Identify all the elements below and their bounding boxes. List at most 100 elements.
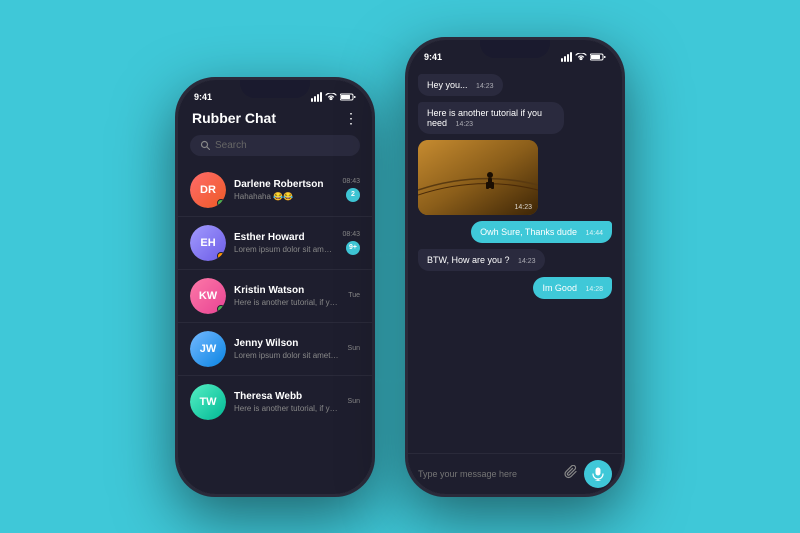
message-input[interactable] <box>418 469 558 479</box>
msg-time-3: 14:44 <box>585 230 603 237</box>
avatar-kristin: KW <box>190 278 226 314</box>
search-bar[interactable]: Search <box>190 135 360 156</box>
status-icons-2 <box>561 52 606 62</box>
notch-1 <box>240 80 310 98</box>
chat-header: Rubber Chat ⋮ <box>178 106 372 135</box>
avatar-jenny: JW <box>190 331 226 367</box>
signal-bar-2-2 <box>564 56 566 62</box>
signal-bar-3 <box>317 94 319 102</box>
chat-name-darlene: Darlene Robertson <box>234 179 334 190</box>
msg-time-1: 14:23 <box>476 83 494 90</box>
chat-name-jenny: Jenny Wilson <box>234 338 340 349</box>
chat-info-jenny: Jenny Wilson Lorem ipsum dolor sit amet,… <box>234 338 340 360</box>
chat-time-esther: 08:43 <box>342 231 360 238</box>
chat-info-darlene: Darlene Robertson Hahahaha 😂😂 <box>234 179 334 201</box>
msg-row-4: BTW, How are you ? 14:23 <box>418 249 612 271</box>
chat-item-darlene[interactable]: DR Darlene Robertson Hahahaha 😂😂 08:43 2 <box>178 164 372 217</box>
search-icon <box>200 140 210 150</box>
signal-bar-4 <box>320 92 322 102</box>
avatar-img-jenny: JW <box>190 331 226 367</box>
chat-input-area <box>408 453 622 494</box>
msg-text-2: Here is another tutorial if you need <box>427 108 542 128</box>
chat-item-jenny[interactable]: JW Jenny Wilson Lorem ipsum dolor sit am… <box>178 323 372 376</box>
msg-row-3: Owh Sure, Thanks dude 14:44 <box>418 221 612 243</box>
chat-time-jenny: Sun <box>348 345 360 352</box>
chat-title: Rubber Chat <box>192 110 276 126</box>
msg-text-3: Owh Sure, Thanks dude <box>480 227 577 237</box>
chat-time-darlene: 08:43 <box>342 178 360 185</box>
msg-bubble-4: BTW, How are you ? 14:23 <box>418 249 545 271</box>
image-time: 14:23 <box>514 204 532 211</box>
wifi-icon-2 <box>575 53 587 61</box>
msg-row-image: 14:23 <box>418 140 612 215</box>
chat-name-kristin: Kristin Watson <box>234 285 340 296</box>
chat-name-theresa: Theresa Webb <box>234 391 340 402</box>
chat-name-esther: Esther Howard <box>234 232 334 243</box>
chat-preview-theresa: Here is another tutorial, if you... <box>234 404 340 413</box>
chat-meta-esther: 08:43 9+ <box>342 231 360 255</box>
chat-info-esther: Esther Howard Lorem ipsum dolor sit amet… <box>234 232 334 254</box>
msg-time-4: 14:23 <box>518 258 536 265</box>
chat-meta-jenny: Sun <box>348 345 360 352</box>
status-icons-1 <box>311 92 356 102</box>
msg-text-1: Hey you... <box>427 80 468 90</box>
msg-bubble-5: Im Good 14:28 <box>533 277 612 299</box>
online-dot-esther <box>217 252 225 260</box>
chat-meta-theresa: Sun <box>348 398 360 405</box>
phone-1: 9:41 <box>175 77 375 497</box>
msg-bubble-3: Owh Sure, Thanks dude 14:44 <box>471 221 612 243</box>
badge-darlene: 2 <box>346 188 360 202</box>
chat-item-theresa[interactable]: TW Theresa Webb Here is another tutorial… <box>178 376 372 428</box>
mic-icon <box>592 467 604 481</box>
phone-2: 9:41 <box>405 37 625 497</box>
chat-time-kristin: Tue <box>348 292 360 299</box>
avatar-darlene: DR <box>190 172 226 208</box>
attachment-icon[interactable] <box>564 465 578 482</box>
more-options-icon[interactable]: ⋮ <box>344 110 358 127</box>
avatar-esther: EH <box>190 225 226 261</box>
online-dot-kristin <box>217 305 225 313</box>
status-time-2: 9:41 <box>424 52 442 62</box>
battery-icon <box>340 93 356 101</box>
msg-bubble-2: Here is another tutorial if you need 14:… <box>418 102 564 134</box>
signal-bar-1 <box>311 98 313 102</box>
mic-button[interactable] <box>584 460 612 488</box>
search-placeholder: Search <box>215 140 247 151</box>
msg-text-5: Im Good <box>542 283 577 293</box>
chat-time-theresa: Sun <box>348 398 360 405</box>
battery-icon-2 <box>590 53 606 61</box>
signal-bar-2 <box>314 96 316 102</box>
status-time-1: 9:41 <box>194 92 212 102</box>
chat-messages: Hey you... 14:23 Here is another tutoria… <box>408 66 622 453</box>
chat-preview-esther: Lorem ipsum dolor sit amet, conse... <box>234 245 334 254</box>
msg-time-5: 14:28 <box>585 286 603 293</box>
msg-row-5: Im Good 14:28 <box>418 277 612 299</box>
online-dot-darlene <box>217 199 225 207</box>
wifi-icon <box>325 93 337 101</box>
msg-text-4: BTW, How are you ? <box>427 255 510 265</box>
msg-bubble-1: Hey you... 14:23 <box>418 74 503 96</box>
msg-time-2: 14:23 <box>456 121 474 128</box>
signal-bar-2-3 <box>567 54 569 62</box>
phone-1-screen: 9:41 <box>178 80 372 494</box>
chat-info-kristin: Kristin Watson Here is another tutorial,… <box>234 285 340 307</box>
chat-item-esther[interactable]: EH Esther Howard Lorem ipsum dolor sit a… <box>178 217 372 270</box>
chat-meta-kristin: Tue <box>348 292 360 299</box>
avatar-theresa: TW <box>190 384 226 420</box>
badge-esther: 9+ <box>346 241 360 255</box>
chat-item-kristin[interactable]: KW Kristin Watson Here is another tutori… <box>178 270 372 323</box>
image-bubble: 14:23 <box>418 140 538 215</box>
chat-meta-darlene: 08:43 2 <box>342 178 360 202</box>
chat-preview-darlene: Hahahaha 😂😂 <box>234 192 334 201</box>
chat-info-theresa: Theresa Webb Here is another tutorial, i… <box>234 391 340 413</box>
chat-preview-jenny: Lorem ipsum dolor sit amet, conse... <box>234 351 340 360</box>
msg-row-2: Here is another tutorial if you need 14:… <box>418 102 612 134</box>
phone-2-screen: 9:41 <box>408 40 622 494</box>
chat-preview-kristin: Here is another tutorial, if you... <box>234 298 340 307</box>
signal-bar-2-1 <box>561 58 563 62</box>
chat-list: DR Darlene Robertson Hahahaha 😂😂 08:43 2 <box>178 164 372 494</box>
image-content: 14:23 <box>418 140 538 215</box>
msg-row-1: Hey you... 14:23 <box>418 74 612 96</box>
signal-bar-2-4 <box>570 52 572 62</box>
avatar-img-theresa: TW <box>190 384 226 420</box>
